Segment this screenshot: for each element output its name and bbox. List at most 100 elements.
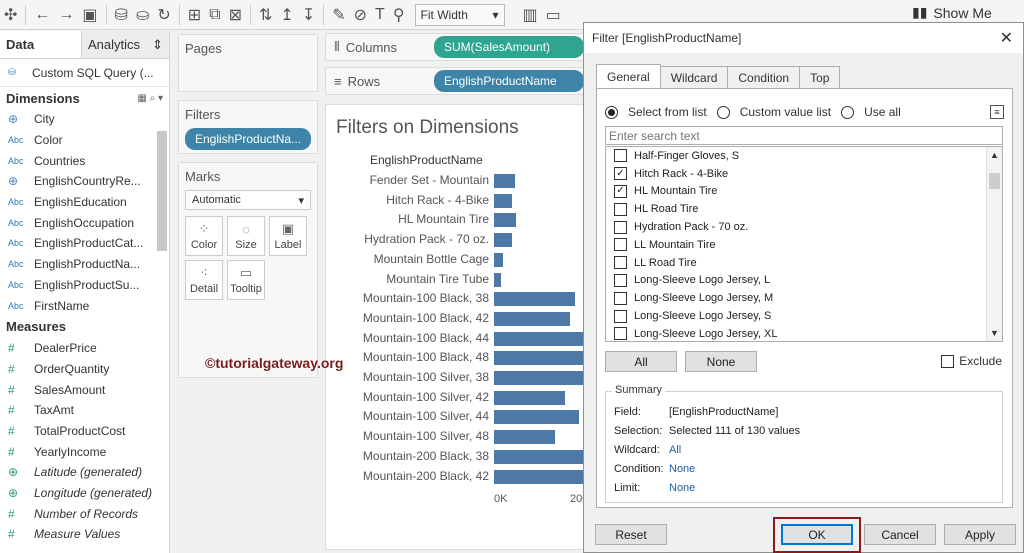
radio-use-all[interactable] — [841, 105, 855, 119]
unchecked-checkbox[interactable] — [614, 327, 627, 341]
value-list-item[interactable]: ✓ Hitch Rack - 4-Bike — [606, 165, 1002, 183]
rows-pill[interactable]: EnglishProductName — [434, 70, 584, 92]
bar-mark[interactable] — [494, 252, 504, 267]
fit-dropdown[interactable]: Fit Width ▾ — [414, 3, 505, 26]
measure-field[interactable]: # Measure Values — [0, 524, 169, 545]
undo-icon[interactable]: ← — [34, 2, 50, 28]
bar-mark[interactable] — [494, 193, 512, 208]
value-list-item[interactable]: LL Mountain Tire — [606, 236, 1002, 254]
marks-detail-button[interactable]: ⁖ Detail — [185, 260, 223, 300]
measure-field[interactable]: ⊕ Longitude (generated) — [0, 483, 169, 504]
new-worksheet-icon[interactable]: ⊞ — [188, 2, 201, 28]
all-button[interactable]: All — [605, 351, 677, 372]
tableau-logo-icon[interactable]: ✣ — [4, 2, 17, 28]
duplicate-sheet-icon[interactable]: ⧉ — [209, 2, 220, 28]
summary-condition-link[interactable]: None — [669, 463, 695, 475]
measure-field[interactable]: ⊕ Latitude (generated) — [0, 462, 169, 483]
value-list-item[interactable]: Half-Finger Gloves, S — [606, 147, 1002, 165]
datasource-options-icon[interactable]: ⛀ — [136, 2, 149, 28]
unchecked-checkbox[interactable] — [614, 220, 627, 234]
ok-button[interactable]: OK — [781, 524, 853, 545]
measure-field[interactable]: # TaxAmt — [0, 400, 169, 421]
value-list-item[interactable]: LL Road Tire — [606, 254, 1002, 272]
dimensions-tools-icon[interactable]: ▦ ⌕ ▾ — [137, 93, 163, 104]
redo-icon[interactable]: → — [58, 2, 74, 28]
bar-mark[interactable] — [494, 449, 584, 464]
data-pane-scrollbar[interactable] — [157, 131, 167, 251]
swap-axes-icon[interactable]: ⇅ — [259, 2, 272, 28]
bar-mark[interactable] — [494, 390, 565, 405]
dimension-field[interactable]: Abc EnglishProductCat... — [0, 233, 169, 254]
measure-field[interactable]: # DealerPrice — [0, 338, 169, 359]
dimension-field[interactable]: Abc EnglishProductSu... — [0, 275, 169, 296]
rows-shelf[interactable]: ≡ Rows EnglishProductName — [325, 67, 585, 95]
scroll-up-icon[interactable]: ▲ — [987, 147, 1002, 163]
value-list-item[interactable]: Hydration Pack - 70 oz. — [606, 218, 1002, 236]
dimension-field[interactable]: Abc Color — [0, 130, 169, 151]
bar-mark[interactable] — [494, 174, 515, 188]
bar-mark[interactable] — [494, 410, 579, 425]
marks-color-button[interactable]: ⁘ Color — [185, 216, 223, 256]
bar-mark[interactable] — [494, 371, 584, 385]
pin-icon[interactable]: ⚲ — [393, 2, 405, 28]
pages-card[interactable]: Pages — [178, 34, 318, 92]
unchecked-checkbox[interactable] — [614, 273, 627, 287]
value-list-item[interactable]: Long-Sleeve Logo Jersey, S — [606, 307, 1002, 325]
columns-pill[interactable]: SUM(SalesAmount) — [434, 36, 584, 58]
dimension-field[interactable]: Abc EnglishOccupation — [0, 212, 169, 233]
cancel-button[interactable]: Cancel — [864, 524, 936, 545]
none-button[interactable]: None — [685, 351, 757, 372]
columns-shelf[interactable]: ⦀ Columns SUM(SalesAmount) — [325, 33, 585, 61]
data-source-item[interactable]: ⛁ Custom SQL Query (... — [0, 59, 169, 87]
bar-mark[interactable] — [494, 430, 556, 445]
dimension-field[interactable]: ⊕ EnglishCountryRe... — [0, 171, 169, 192]
tab-general[interactable]: General — [596, 64, 661, 88]
marks-tooltip-button[interactable]: ▭ Tooltip — [227, 260, 265, 300]
apply-button[interactable]: Apply — [944, 524, 1016, 545]
bar-mark[interactable] — [494, 213, 516, 228]
close-icon[interactable]: ✕ — [1000, 28, 1013, 48]
bar-mark[interactable] — [494, 292, 575, 307]
unchecked-checkbox[interactable] — [614, 256, 627, 270]
sort-ascending-icon[interactable]: ↥ — [280, 2, 293, 28]
dimension-field[interactable]: Abc EnglishEducation — [0, 192, 169, 213]
filters-card[interactable]: Filters EnglishProductNa... — [178, 100, 318, 154]
scroll-down-icon[interactable]: ▼ — [987, 325, 1002, 341]
exclude-checkbox-box[interactable] — [941, 354, 955, 368]
bar-mark[interactable] — [494, 311, 570, 326]
dimension-field[interactable]: ⊕ City — [0, 109, 169, 130]
marks-label-button[interactable]: ▣ Label — [269, 216, 307, 256]
unchecked-checkbox[interactable] — [614, 309, 627, 323]
value-list-item[interactable]: Long-Sleeve Logo Jersey, L — [606, 272, 1002, 290]
unchecked-checkbox[interactable] — [614, 149, 627, 163]
marks-size-button[interactable]: ◌ Size — [227, 216, 265, 256]
show-cards-icon[interactable]: ▥ — [523, 2, 538, 28]
checked-checkbox[interactable]: ✓ — [614, 167, 627, 181]
mark-type-dropdown[interactable]: Automatic ▾ — [185, 190, 311, 210]
measure-field[interactable]: # OrderQuantity — [0, 359, 169, 380]
show-me-button[interactable]: ▮▮ Show Me — [912, 4, 992, 21]
save-icon[interactable]: ▣ — [82, 2, 97, 28]
bar-mark[interactable] — [494, 272, 501, 287]
value-list-item[interactable]: HL Road Tire — [606, 200, 1002, 218]
measure-field[interactable]: # Number of Records — [0, 503, 169, 524]
measure-field[interactable]: # YearlyIncome — [0, 441, 169, 462]
unchecked-checkbox[interactable] — [614, 238, 627, 252]
sort-descending-icon[interactable]: ↧ — [302, 2, 315, 28]
unchecked-checkbox[interactable] — [614, 291, 627, 305]
unchecked-checkbox[interactable] — [614, 202, 627, 216]
measure-field[interactable]: # TotalProductCost — [0, 421, 169, 442]
checked-checkbox[interactable]: ✓ — [614, 184, 627, 198]
value-list-item[interactable]: Long-Sleeve Logo Jersey, M — [606, 289, 1002, 307]
tab-wildcard[interactable]: Wildcard — [659, 66, 729, 88]
value-list-scrollbar[interactable]: ▲ ▼ — [986, 147, 1002, 341]
bar-mark[interactable] — [494, 469, 584, 484]
measure-field[interactable]: # SalesAmount — [0, 379, 169, 400]
bar-mark[interactable] — [494, 233, 512, 248]
presentation-icon[interactable]: ▭ — [546, 2, 561, 28]
filter-pill[interactable]: EnglishProductNa... — [185, 128, 311, 150]
refresh-icon[interactable]: ↻ — [157, 2, 170, 28]
tab-data[interactable]: Data — [0, 31, 81, 58]
tab-condition[interactable]: Condition — [727, 66, 801, 88]
list-menu-icon[interactable]: ≡ — [990, 105, 1004, 119]
